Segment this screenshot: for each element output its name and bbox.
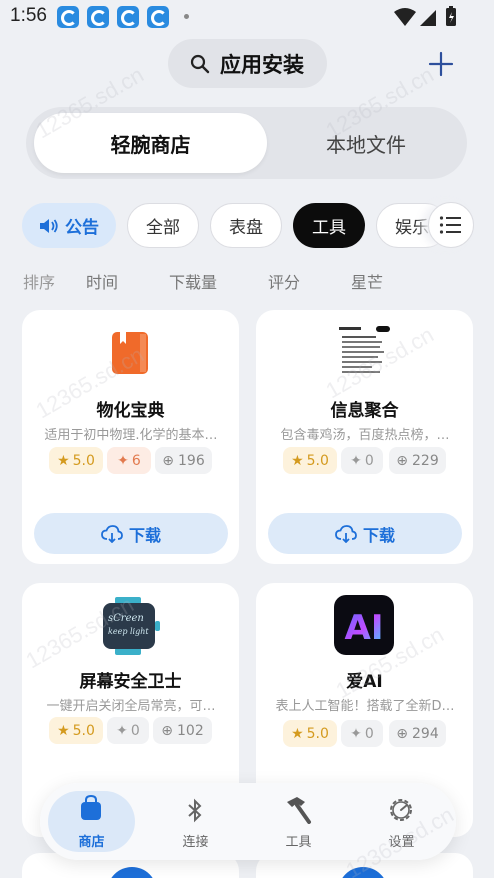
sort-by-stars[interactable]: 星芒 [351,269,383,293]
star-icon: ★ [291,725,304,742]
bottom-navigation: 商店 连接 工具 设置 [40,783,456,860]
add-icon[interactable] [428,51,454,77]
sparkle-badge: ✦ 0 [341,720,383,747]
sparkle-icon: ✦ [350,452,362,469]
sort-by-rating[interactable]: 评分 [268,269,300,293]
notice-chip[interactable]: 公告 [22,203,116,248]
tab-local-files[interactable]: 本地文件 [271,113,461,173]
app-card[interactable]: 物化宝典 适用于初中物理.化学的基本… ★ 5.0 ✦ 6 ⊕ 196 下载 [22,310,239,564]
sparkle-badge: ✦ 0 [341,447,383,474]
download-button[interactable]: 下载 [268,513,462,554]
download-count-badge: ⊕ 229 [389,447,446,474]
page-title: 应用安装 [220,52,304,77]
star-icon: ★ [291,452,304,469]
download-count-badge: ⊕ 102 [153,717,212,744]
speaker-icon [40,218,58,233]
source-segmented-control: 轻腕商店 本地文件 [26,107,467,179]
sort-by-downloads[interactable]: 下载量 [169,269,217,293]
list-icon [439,216,461,234]
bluetooth-icon [188,798,202,823]
signal-icon [420,10,436,26]
notification-icon [147,6,169,28]
app-description: 适用于初中物理.化学的基本… [44,428,218,443]
sort-by-time[interactable]: 时间 [86,269,118,293]
tab-store[interactable]: 轻腕商店 [34,113,267,173]
svg-text:sCreen: sCreen [108,613,144,624]
sparkle-icon: ✦ [117,452,129,469]
svg-text:AI: AI [345,608,384,648]
app-description: 一键开启关闭全局常亮，可… [46,699,216,714]
download-circle-icon: ⊕ [396,452,408,469]
app-icon [107,867,157,878]
chip-all[interactable]: 全部 [127,203,199,248]
sparkle-icon: ✦ [350,725,362,742]
category-list-button[interactable] [428,202,474,248]
search-icon [190,54,210,73]
rating-badge: ★ 5.0 [283,720,337,747]
sparkle-icon: ✦ [116,722,128,739]
wifi-icon [394,8,416,26]
app-description: 包含毒鸡汤，百度热点榜，… [280,428,450,443]
system-status-icons [394,6,456,26]
status-bar: 1:56 [0,0,494,34]
notification-icon [57,6,79,28]
chip-watchface[interactable]: 表盘 [210,203,282,248]
app-name: 屏幕安全卫士 [79,672,182,692]
app-name: 物化宝典 [96,401,165,421]
gear-icon [390,799,412,821]
star-icon: ★ [57,452,70,469]
app-icon-ai: AI [334,595,394,655]
download-circle-icon: ⊕ [162,452,174,469]
app-description: 表上人工智能！搭载了全新D… [275,699,455,714]
sparkle-badge: ✦ 6 [107,447,151,474]
svg-text:keep light: keep light [108,627,149,636]
chip-tools[interactable]: 工具 [293,203,365,248]
cloud-download-icon [101,524,123,543]
download-circle-icon: ⊕ [161,722,173,739]
app-icon-xinxi [336,324,392,382]
nav-store[interactable]: 商店 [48,783,135,860]
app-name: 爱AI [346,672,383,692]
nav-tools[interactable]: 工具 [255,783,342,860]
nav-settings[interactable]: 设置 [358,783,445,860]
download-circle-icon: ⊕ [396,725,408,742]
status-time: 1:56 [10,5,47,26]
rating-badge: ★ 5.0 [283,447,337,474]
app-card[interactable]: 信息聚合 包含毒鸡汤，百度热点榜，… ★ 5.0 ✦ 0 ⊕ 229 下载 [256,310,473,564]
app-name: 信息聚合 [330,401,399,421]
notification-icon [117,6,139,28]
app-icon-wuhua [112,332,148,374]
more-notifications-dot [184,14,189,19]
download-count-badge: ⊕ 294 [389,720,446,747]
search-button[interactable]: 应用安装 [168,39,327,88]
notification-icon [87,6,109,28]
bag-icon [81,795,101,820]
nav-connect[interactable]: 连接 [152,783,239,860]
download-button[interactable]: 下载 [34,513,228,554]
cloud-download-icon [335,524,357,543]
notice-chip-label: 公告 [65,218,99,238]
hammer-icon [287,797,311,824]
download-count-badge: ⊕ 196 [155,447,212,474]
app-icon-screen-guard: sCreen keep light [103,597,160,655]
star-icon: ★ [57,722,70,739]
sort-label: 排序 [23,273,56,292]
sparkle-badge: ✦ 0 [107,717,149,744]
rating-badge: ★ 5.0 [49,717,103,744]
rating-badge: ★ 5.0 [49,447,103,474]
app-icon [338,867,388,878]
